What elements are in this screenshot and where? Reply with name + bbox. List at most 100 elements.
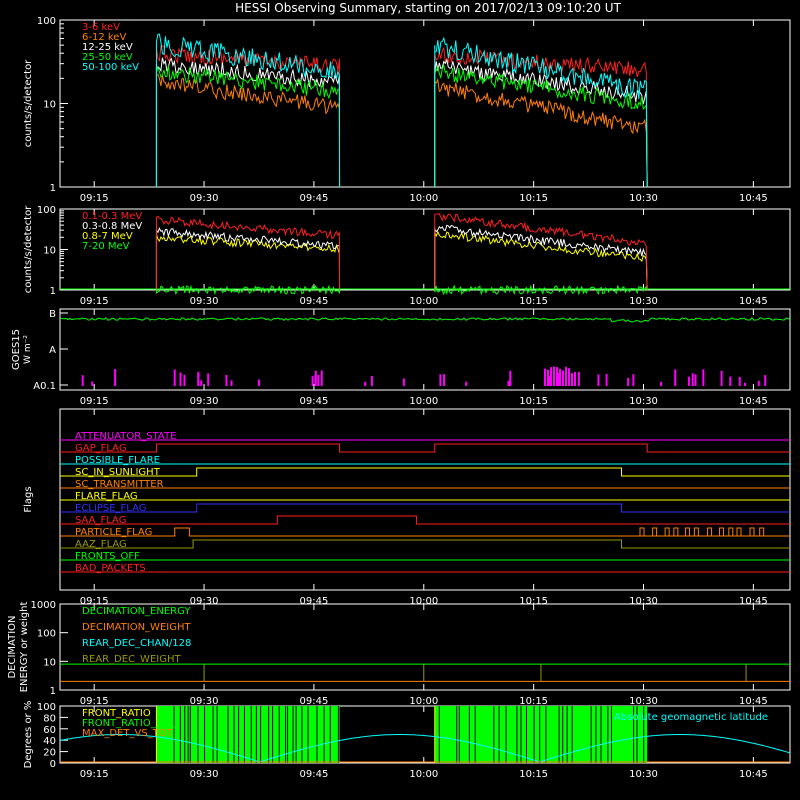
x-tick-label: 09:45 <box>299 193 328 204</box>
x-tick-label: 09:45 <box>299 696 328 707</box>
x-tick-label: 10:15 <box>519 769 548 780</box>
x-tick-label: 09:15 <box>80 193 109 204</box>
legend-entry: REAR_DEC_WEIGHT <box>82 654 181 665</box>
y-tick-label: 100 <box>37 702 56 713</box>
x-tick-label: 09:15 <box>80 696 109 707</box>
x-tick-label: 10:45 <box>739 769 768 780</box>
series-50-100-kev <box>155 33 648 188</box>
x-tick-label: 10:45 <box>739 396 768 407</box>
flag-line <box>60 527 790 537</box>
x-tick-label: 09:30 <box>190 696 219 707</box>
flag-label: SAA_FLAG <box>75 515 126 526</box>
y-axis-label: ENERGY or weight <box>19 602 30 693</box>
y-axis-label: counts/s/detector <box>23 205 34 293</box>
panel-frame-1 <box>59 208 791 291</box>
legend-entry: DECIMATION_WEIGHT <box>82 622 191 633</box>
x-tick-label: 10:00 <box>409 193 438 204</box>
front-ratio-band <box>156 706 340 763</box>
x-tick-label: 10:00 <box>409 396 438 407</box>
series-0-8-7-mev <box>155 230 648 291</box>
observing-summary-plot: HESSI Observing Summary, starting on 201… <box>7 1 791 780</box>
y-tick-label: 100 <box>37 16 56 27</box>
x-tick-label: 10:00 <box>409 296 438 307</box>
flag-label: PARTICLE_FLAG <box>75 527 152 538</box>
flag-line <box>60 515 790 525</box>
flag-label: SC_TRANSMITTER <box>75 479 164 490</box>
flag-pulse <box>639 527 645 536</box>
y-tick-label: A <box>49 345 56 356</box>
x-tick-label: 10:15 <box>519 396 548 407</box>
y-tick-label: 1 <box>50 286 56 297</box>
x-tick-label: 09:15 <box>80 396 109 407</box>
flag-pulse <box>673 527 679 536</box>
flag-label: ECLIPSE_FLAG <box>75 503 146 514</box>
plot-title: HESSI Observing Summary, starting on 201… <box>235 1 621 15</box>
flag-label: GAP_FLAG <box>75 443 127 454</box>
y-axis-label: Flags <box>23 486 34 512</box>
y-tick-label: 100 <box>37 205 56 216</box>
y-tick-label: 1 <box>50 183 56 194</box>
x-tick-label: 09:45 <box>299 296 328 307</box>
y-tick-label: 80 <box>43 713 56 724</box>
x-tick-label: 10:45 <box>739 193 768 204</box>
flag-label: BAD_PACKETS <box>75 563 146 574</box>
x-tick-label: 10:30 <box>629 193 658 204</box>
goes-flux-line <box>59 317 791 323</box>
x-tick-label: 10:45 <box>739 696 768 707</box>
flag-line <box>60 467 790 477</box>
flag-label: SC_IN_SUNLIGHT <box>75 467 161 478</box>
legend-entry: 7-20 MeV <box>82 241 130 252</box>
x-tick-label: 10:00 <box>409 769 438 780</box>
series-6-12-kev <box>155 73 648 188</box>
flag-pulse <box>684 527 690 536</box>
x-tick-label: 10:15 <box>519 193 548 204</box>
flag-pulse <box>707 527 713 536</box>
x-tick-label: 09:45 <box>299 396 328 407</box>
legend-entry: MAX_DET_VS_TOT <box>82 728 174 739</box>
y-tick-label: 40 <box>43 736 56 747</box>
x-tick-label: 09:30 <box>190 296 219 307</box>
x-tick-label: 10:30 <box>629 696 658 707</box>
x-tick-label: 09:15 <box>80 296 109 307</box>
y-tick-label: 0 <box>50 759 56 770</box>
flag-line <box>60 503 790 513</box>
flag-line <box>60 539 790 549</box>
y-tick-label: A0.1 <box>33 381 56 392</box>
y-axis-label: counts/s/detector <box>23 59 34 147</box>
flag-label: FRONTS_OFF <box>75 551 140 562</box>
panel-frame-2 <box>59 308 791 391</box>
y-tick-label: 20 <box>43 748 56 759</box>
x-tick-label: 10:15 <box>519 696 548 707</box>
flag-pulse <box>759 527 765 536</box>
flag-pulse <box>693 527 699 536</box>
legend-entry: REAR_DEC_CHAN/128 <box>82 638 191 649</box>
y-tick-label: 100 <box>37 629 56 640</box>
flag-pulse <box>736 527 742 536</box>
y-tick-label: 10 <box>43 246 56 257</box>
legend-entry: 50-100 keV <box>82 62 139 73</box>
x-tick-label: 10:00 <box>409 696 438 707</box>
y-tick-label: 60 <box>43 725 56 736</box>
x-tick-label: 10:30 <box>629 296 658 307</box>
x-tick-label: 10:30 <box>629 396 658 407</box>
y-tick-label: 1 <box>50 686 56 697</box>
y-tick-label: 10 <box>43 657 56 668</box>
x-tick-label: 09:30 <box>190 396 219 407</box>
x-tick-label: 09:45 <box>299 769 328 780</box>
x-tick-label: 09:30 <box>190 769 219 780</box>
y-axis-unit: W m⁻² <box>23 335 33 364</box>
x-tick-label: 10:15 <box>519 296 548 307</box>
flag-label: FLARE_FLAG <box>75 491 138 502</box>
legend-entry: DECIMATION_ENERGY <box>82 606 191 617</box>
y-tick-label: 1000 <box>31 600 56 611</box>
x-tick-label: 10:45 <box>739 296 768 307</box>
y-axis-label: Degrees or % <box>23 701 34 769</box>
flag-pulse <box>718 527 724 536</box>
y-axis-label: DECIMATION <box>7 615 18 678</box>
series-0-1-0-3-mev <box>155 213 648 291</box>
flag-pulse <box>749 527 755 536</box>
legend-entry: Absolute geomagnetic latitude <box>614 712 768 723</box>
x-tick-label: 09:15 <box>80 769 109 780</box>
flag-pulse <box>652 527 658 536</box>
flag-label: POSSIBLE_FLARE <box>75 455 160 466</box>
